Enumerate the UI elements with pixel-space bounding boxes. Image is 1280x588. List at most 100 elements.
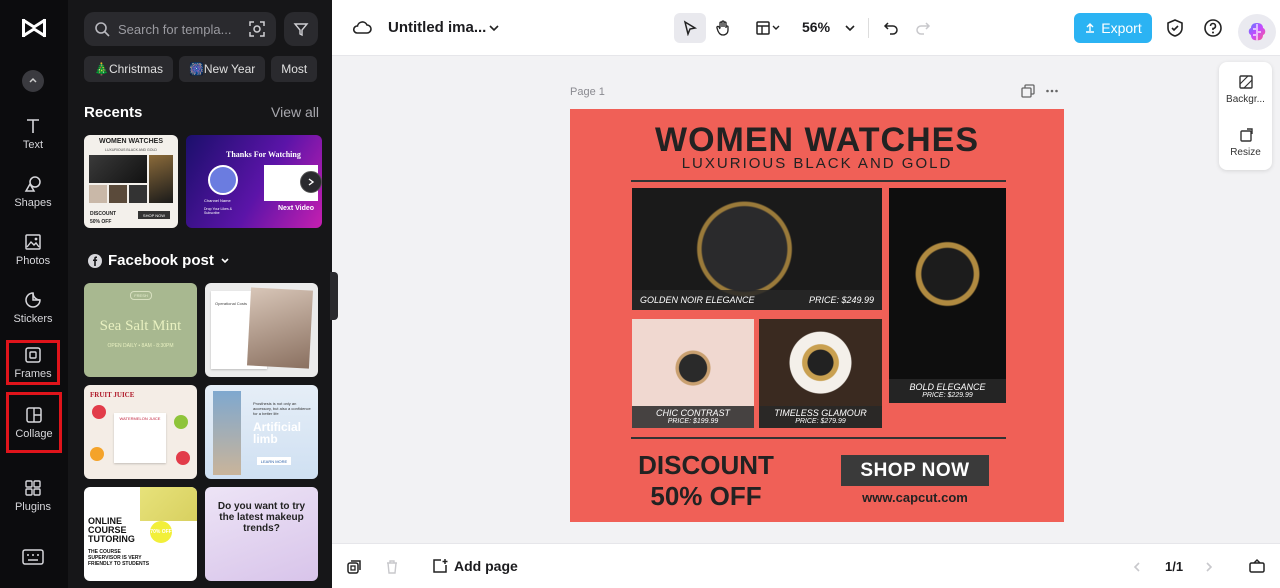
export-label: Export xyxy=(1101,20,1142,36)
photo-timeless-glamour[interactable]: TIMELESS GLAMOUR PRICE: $279.99 xyxy=(759,319,882,428)
hand-icon xyxy=(716,20,729,36)
caption-price: PRICE: $249.99 xyxy=(808,295,874,305)
template-sea-salt-mint[interactable]: FRESH Sea Salt Mint OPEN DAILY • 8AM - 8… xyxy=(84,283,197,377)
template-search[interactable] xyxy=(84,12,276,46)
zoom-level[interactable]: 56% xyxy=(802,19,830,35)
photo-bold-elegance[interactable]: BOLD ELEGANCE PRICE: $229.99 xyxy=(889,188,1006,403)
panel-collapse-handle[interactable] xyxy=(330,272,338,320)
background-tool[interactable]: Backgr... xyxy=(1219,74,1272,105)
rail-item-frames[interactable]: Frames xyxy=(6,340,60,385)
pages-panel-icon[interactable] xyxy=(1248,558,1266,574)
caption-name: BOLD ELEGANCE xyxy=(909,382,986,392)
thumb-channel: Channel Name xyxy=(204,198,231,203)
discount-text[interactable]: DISCOUNT 50% OFF xyxy=(632,450,780,512)
poster-url[interactable]: www.capcut.com xyxy=(841,490,989,505)
rail-item-label: Shapes xyxy=(14,197,52,209)
divider-line-top[interactable] xyxy=(631,180,1006,182)
rail-item-label: Stickers xyxy=(13,313,53,325)
facebook-post-dropdown[interactable]: Facebook post xyxy=(88,252,230,269)
template-fruit-juice[interactable]: FRUIT JUICE WATERMELON JUICE xyxy=(84,385,197,479)
thumb-off: 50% OFF xyxy=(90,219,112,225)
rail-item-collage[interactable]: Collage xyxy=(6,392,62,453)
filter-button[interactable] xyxy=(284,12,318,46)
thumb-title: WOMEN WATCHES xyxy=(98,138,164,145)
facebook-icon xyxy=(88,253,102,268)
select-tool-button[interactable] xyxy=(674,13,706,43)
chip-new-year[interactable]: 🎆New Year xyxy=(178,56,266,82)
caption-bar: BOLD ELEGANCE PRICE: $229.99 xyxy=(889,379,1006,403)
background-label: Backgr... xyxy=(1226,94,1265,105)
layers-icon[interactable] xyxy=(346,559,362,575)
cloud-icon[interactable] xyxy=(352,19,372,37)
caption-name: TIMELESS GLAMOUR xyxy=(774,408,867,418)
page-label: Page 1 xyxy=(570,86,605,98)
template-artificial-limb[interactable]: Prosthesis is not only an accessory, but… xyxy=(205,385,318,479)
resize-tool[interactable]: Resize xyxy=(1219,127,1272,158)
fruit-decoration xyxy=(92,405,106,419)
capcut-logo[interactable] xyxy=(20,16,48,40)
collapse-button[interactable] xyxy=(22,70,44,92)
add-page-button[interactable]: Add page xyxy=(432,558,518,574)
chevron-down-icon[interactable] xyxy=(488,23,500,33)
duplicate-page-icon[interactable] xyxy=(1021,84,1035,98)
trash-icon[interactable] xyxy=(384,559,400,575)
export-button[interactable]: Export xyxy=(1074,13,1152,43)
resize-icon xyxy=(1239,128,1253,142)
ai-assistant-button[interactable] xyxy=(1238,14,1276,50)
caption-price: PRICE: $279.99 xyxy=(795,418,846,425)
search-input[interactable] xyxy=(118,21,248,37)
template-operational-costs[interactable]: Operational Costs xyxy=(205,283,318,377)
help-icon[interactable] xyxy=(1203,18,1223,38)
thumb-title: Do you want to try the latest makeup tre… xyxy=(217,501,306,534)
template-online-course[interactable]: ONLINE COURSE TUTORING 70% OFF THE COURS… xyxy=(84,487,197,581)
chevron-down-icon[interactable] xyxy=(844,23,856,33)
chevron-down-icon xyxy=(772,25,780,30)
chip-christmas[interactable]: 🎄Christmas xyxy=(84,56,173,82)
image-search-icon[interactable] xyxy=(248,20,266,38)
caption-bar: GOLDEN NOIR ELEGANCE PRICE: $249.99 xyxy=(632,290,882,310)
divider-line-bottom[interactable] xyxy=(631,437,1006,439)
rail-item-stickers[interactable]: Stickers xyxy=(4,282,62,334)
thumb-subtitle: WATERMELON JUICE xyxy=(119,416,161,421)
photo-chic-contrast[interactable]: CHIC CONTRAST PRICE: $199.99 xyxy=(632,319,754,428)
thumb-photo xyxy=(89,155,147,183)
toolbar-divider xyxy=(868,18,869,38)
recent-template-women-watches[interactable]: WOMEN WATCHES LUXURIOUS BLACK AND GOLD D… xyxy=(84,135,178,228)
more-options-icon[interactable] xyxy=(1045,84,1059,98)
document-title[interactable]: Untitled ima... xyxy=(388,19,486,36)
photo-golden-noir[interactable]: GOLDEN NOIR ELEGANCE PRICE: $249.99 xyxy=(632,188,882,310)
fruit-decoration xyxy=(176,451,190,465)
shield-check-icon[interactable] xyxy=(1166,18,1184,38)
chevron-left-icon[interactable] xyxy=(1132,561,1142,573)
hand-tool-button[interactable] xyxy=(708,13,738,43)
poster-subtitle[interactable]: LUXURIOUS BLACK AND GOLD xyxy=(570,155,1064,172)
undo-button[interactable] xyxy=(878,13,904,43)
chevron-right-icon[interactable] xyxy=(1204,561,1214,573)
keyboard-shortcuts-icon[interactable] xyxy=(22,548,44,566)
search-icon xyxy=(95,22,110,37)
shop-now-button[interactable]: SHOP NOW xyxy=(841,455,989,486)
design-canvas[interactable]: WOMEN WATCHES LUXURIOUS BLACK AND GOLD G… xyxy=(570,109,1064,522)
thumb-photo xyxy=(140,487,197,521)
caption-bar: CHIC CONTRAST PRICE: $199.99 xyxy=(632,406,754,428)
add-page-label: Add page xyxy=(454,558,518,574)
avatar xyxy=(208,165,238,195)
rail-item-photos[interactable]: Photos xyxy=(4,224,62,276)
redo-button[interactable] xyxy=(910,13,936,43)
template-makeup-trends[interactable]: Do you want to try the latest makeup tre… xyxy=(205,487,318,581)
caption-name: CHIC CONTRAST xyxy=(656,408,730,418)
rail-item-shapes[interactable]: Shapes xyxy=(4,166,62,218)
thumb-photo xyxy=(247,287,313,369)
layout-button[interactable] xyxy=(748,13,788,43)
plugins-icon xyxy=(25,480,41,496)
rail-item-text[interactable]: Text xyxy=(4,108,62,160)
thumb-photo xyxy=(149,155,173,203)
rail-item-plugins[interactable]: Plugins xyxy=(4,470,62,522)
recents-next-button[interactable] xyxy=(300,171,322,193)
thumb-title: ONLINE COURSE TUTORING xyxy=(88,516,135,544)
chip-most[interactable]: Most xyxy=(271,56,318,82)
cursor-icon xyxy=(683,20,698,36)
view-all-link[interactable]: View all xyxy=(271,104,319,120)
rail-item-label: Plugins xyxy=(14,501,52,513)
page-count: 1/1 xyxy=(1165,559,1184,574)
